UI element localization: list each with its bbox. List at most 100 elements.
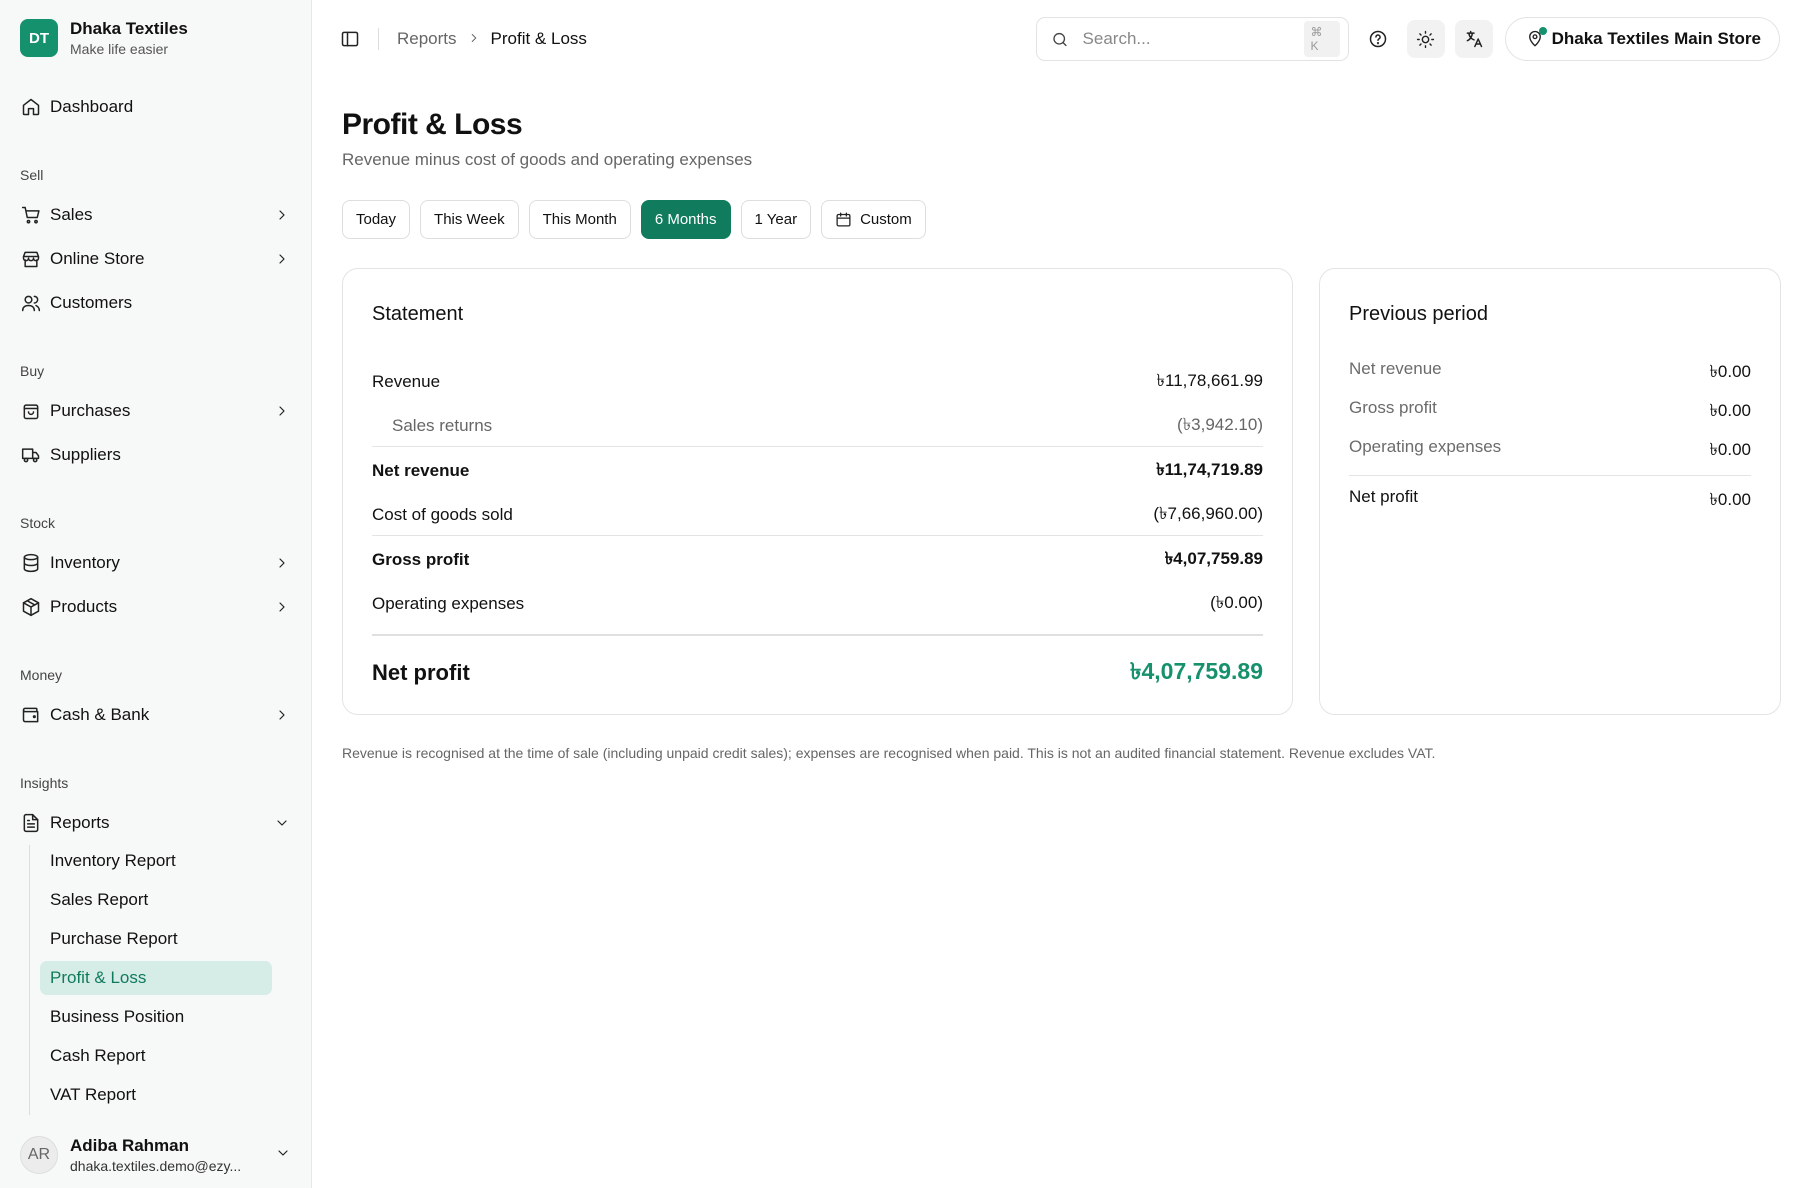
user-name: Adiba Rahman — [70, 1136, 190, 1155]
brand[interactable]: DT Dhaka Textiles Make life easier — [0, 0, 311, 76]
user-menu[interactable]: AR Adiba Rahman dhaka.textiles.demo@ezy.… — [20, 1130, 291, 1180]
prev-operating-expenses-row: Operating expenses ৳0.00 — [1349, 437, 1751, 465]
gross-profit-value: ৳4,07,759.89 — [1164, 549, 1263, 568]
sidebar-item-label: Cash & Bank — [50, 705, 150, 724]
cart-icon — [20, 204, 42, 226]
theme-toggle-button[interactable] — [1406, 20, 1445, 58]
range-custom-button[interactable]: Custom — [821, 200, 926, 239]
language-button[interactable] — [1454, 20, 1493, 58]
sidebar-item-label: Products — [50, 597, 118, 616]
prev-operating-expenses-value: ৳0.00 — [1709, 440, 1751, 459]
sidebar-item-purchases[interactable]: Purchases — [20, 393, 291, 429]
topbar: Reports Profit & Loss ⌘ K — [312, 0, 1800, 78]
chevron-down-icon — [275, 1145, 291, 1166]
previous-period-title: Previous period — [1349, 303, 1488, 325]
sidebar: DT Dhaka Textiles Make life easier Dashb… — [0, 0, 312, 1188]
operating-expenses-value: (৳0.00) — [1210, 593, 1263, 612]
sidebar-item-suppliers[interactable]: Suppliers — [20, 437, 291, 473]
revenue-label: Revenue — [372, 372, 441, 391]
range-1-year-button[interactable]: 1 Year — [740, 200, 812, 239]
sidebar-item-cash-bank[interactable]: Cash & Bank — [20, 697, 291, 733]
page-title: Profit & Loss — [342, 108, 523, 141]
operating-expenses-label: Operating expenses — [372, 594, 525, 613]
divider — [1349, 475, 1751, 476]
sidebar-subitem-sales-report[interactable]: Sales Report — [40, 883, 272, 917]
chevron-right-icon — [273, 402, 291, 420]
operating-expenses-row: Operating expenses (৳0.00) — [372, 590, 1263, 618]
sidebar-item-label: Online Store — [50, 249, 145, 268]
prev-net-revenue-row: Net revenue ৳0.00 — [1349, 359, 1751, 387]
sidebar-subitem-profit-loss[interactable]: Profit & Loss — [40, 961, 272, 995]
range-custom-label: Custom — [860, 211, 912, 228]
store-selector-button[interactable]: Dhaka Textiles Main Store — [1504, 17, 1780, 61]
breadcrumb-reports-link[interactable]: Reports — [397, 29, 457, 49]
help-circle-icon — [1369, 30, 1386, 48]
cogs-label: Cost of goods sold — [372, 505, 513, 524]
chevron-right-icon — [273, 598, 291, 616]
disclaimer-footnote: Revenue is recognised at the time of sal… — [342, 745, 1436, 761]
range-6-months-button[interactable]: 6 Months — [640, 200, 731, 239]
sidebar-subitem-vat-report[interactable]: VAT Report — [40, 1078, 272, 1112]
chevron-right-icon — [273, 554, 291, 572]
home-icon — [20, 96, 42, 118]
sidebar-item-online-store[interactable]: Online Store — [20, 241, 291, 277]
file-text-icon — [20, 812, 42, 834]
sales-returns-value: (৳3,942.10) — [1177, 415, 1263, 434]
range-this-week-button[interactable]: This Week — [420, 200, 519, 239]
calendar-icon — [836, 212, 851, 227]
section-label-buy: Buy — [20, 363, 45, 379]
divider — [378, 28, 379, 50]
divider — [372, 446, 1263, 447]
divider — [372, 634, 1263, 636]
net-profit-row: Net profit ৳4,07,759.89 — [372, 653, 1263, 692]
chevron-right-icon — [273, 250, 291, 268]
main-content: Reports Profit & Loss ⌘ K — [312, 0, 1800, 1188]
search-shortcut-hint: ⌘ K — [1303, 21, 1340, 57]
sidebar-toggle-button[interactable] — [336, 25, 364, 53]
help-button[interactable] — [1359, 20, 1397, 58]
sidebar-item-label: Purchases — [50, 401, 131, 420]
section-label-money: Money — [20, 667, 63, 683]
breadcrumb: Reports Profit & Loss — [397, 29, 587, 49]
prev-operating-expenses-label: Operating expenses — [1349, 437, 1502, 456]
net-revenue-value: ৳11,74,719.89 — [1156, 460, 1263, 479]
search-box[interactable]: ⌘ K — [1035, 17, 1349, 61]
sidebar-item-label: Customers — [50, 293, 133, 312]
sidebar-item-inventory[interactable]: Inventory — [20, 545, 291, 581]
sun-icon — [1416, 30, 1435, 48]
sidebar-item-products[interactable]: Products — [20, 589, 291, 625]
sidebar-subitem-purchase-report[interactable]: Purchase Report — [40, 922, 272, 956]
sidebar-item-sales[interactable]: Sales — [20, 197, 291, 233]
languages-icon — [1466, 30, 1482, 48]
truck-icon — [20, 444, 42, 466]
search-input[interactable] — [1082, 29, 1304, 49]
sidebar-subitem-inventory-report[interactable]: Inventory Report — [40, 844, 272, 878]
sidebar-item-label: Suppliers — [50, 445, 121, 464]
range-this-month-button[interactable]: This Month — [528, 200, 631, 239]
sales-returns-label: Sales returns — [392, 416, 493, 435]
prev-net-revenue-value: ৳0.00 — [1709, 362, 1751, 381]
brand-name: Dhaka Textiles — [70, 19, 188, 38]
range-today-button[interactable]: Today — [342, 200, 411, 239]
net-profit-value: ৳4,07,759.89 — [1130, 658, 1263, 684]
sidebar-item-label: Dashboard — [50, 97, 134, 116]
sidebar-subitem-cash-report[interactable]: Cash Report — [40, 1039, 272, 1073]
sidebar-item-reports[interactable]: Reports — [20, 805, 291, 841]
chevron-right-icon — [273, 206, 291, 224]
sidebar-item-customers[interactable]: Customers — [20, 285, 291, 321]
statement-title: Statement — [372, 303, 464, 325]
cogs-value: (৳7,66,960.00) — [1153, 504, 1263, 523]
prev-net-profit-label: Net profit — [1349, 487, 1418, 506]
brand-tagline: Make life easier — [70, 41, 169, 57]
chevron-right-icon — [273, 706, 291, 724]
cogs-row: Cost of goods sold (৳7,66,960.00) — [372, 501, 1263, 529]
package-icon — [20, 596, 42, 618]
sidebar-subitem-business-position[interactable]: Business Position — [40, 1000, 272, 1034]
database-icon — [20, 552, 42, 574]
sidebar-item-dashboard[interactable]: Dashboard — [20, 89, 291, 125]
net-profit-label: Net profit — [372, 659, 470, 685]
revenue-value: ৳11,78,661.99 — [1156, 371, 1263, 390]
previous-period-card: Previous period Net revenue ৳0.00 Gross … — [1319, 268, 1781, 715]
users-icon — [20, 292, 42, 314]
sidebar-item-label: Inventory — [50, 553, 120, 572]
